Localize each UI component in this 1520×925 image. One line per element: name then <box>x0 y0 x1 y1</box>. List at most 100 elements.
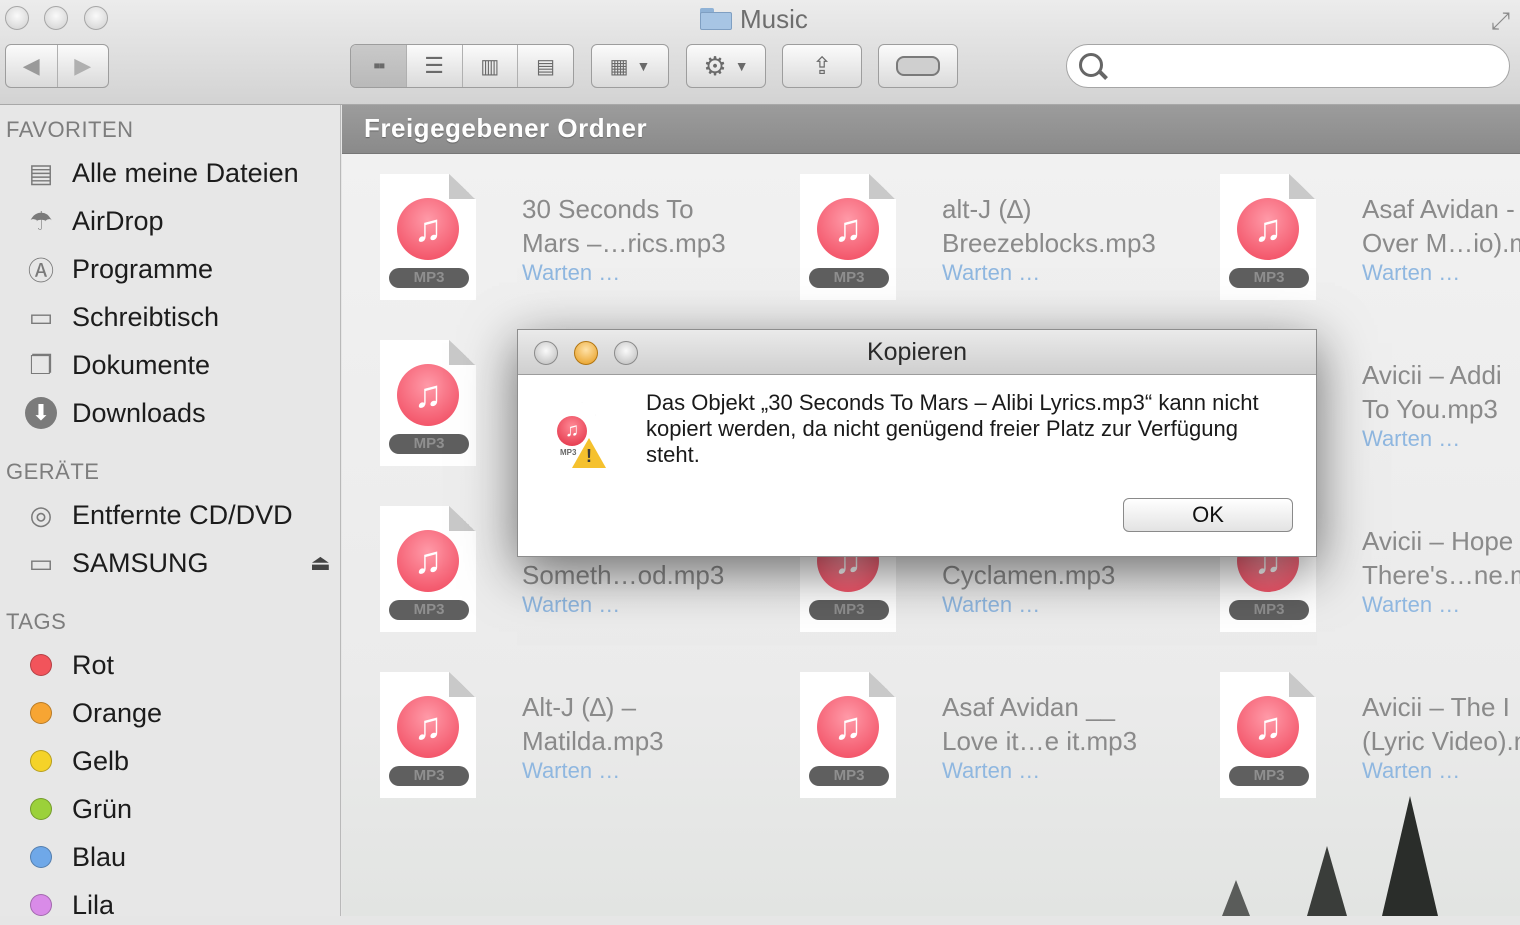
zoom-window-button[interactable] <box>84 6 108 30</box>
minimize-window-button[interactable] <box>44 6 68 30</box>
file-name-line-2: Cyclamen.mp3 <box>942 560 1116 590</box>
back-button[interactable]: ◀ <box>6 45 57 87</box>
file-name: Avicii – Addi To You.mp3 <box>1362 358 1520 426</box>
music-note-icon: ♫ <box>817 198 879 260</box>
file-item[interactable]: ♫ MP3 alt-J (∆) Breezeblocks.mp3 Warten … <box>762 154 1162 300</box>
list-view-button[interactable]: ☰ <box>405 45 462 87</box>
background-tree <box>1307 846 1347 916</box>
sidebar-item-label: Alle meine Dateien <box>72 157 299 188</box>
window-titlebar: Music ⤢ ◀ ▶ ▪▪ ☰ ▥ ▤ ▦ ▼ ⚙ ▼ ⇪ <box>0 0 1520 105</box>
file-status: Warten … <box>1362 592 1461 617</box>
sidebar-item-label: Rot <box>72 649 115 680</box>
close-window-button[interactable] <box>5 6 29 30</box>
music-note-icon: ♫ <box>397 530 459 592</box>
chevron-down-icon: ▼ <box>636 58 651 74</box>
page-fold <box>869 174 896 199</box>
file-name-line-1: Alt-J (∆) – <box>522 692 637 722</box>
file-name: 30 Seconds To Mars –…rics.mp3 <box>522 192 742 260</box>
mp3-badge: MP3 <box>1229 268 1309 288</box>
sidebar-tag-red[interactable]: Rot <box>22 645 114 685</box>
file-status: Warten … <box>942 592 1041 617</box>
sidebar-tag-yellow[interactable]: Gelb <box>22 741 129 781</box>
icon-view-button[interactable]: ▪▪ <box>351 45 406 87</box>
file-status: Warten … <box>522 592 621 617</box>
tag-color-dot <box>30 894 52 916</box>
sidebar-item-label: Blau <box>72 841 127 872</box>
sidebar-item-airdrop[interactable]: ☂ AirDrop <box>22 201 163 241</box>
page-fold <box>1289 672 1316 697</box>
sidebar-tag-orange[interactable]: Orange <box>22 693 162 733</box>
search-field[interactable] <box>1066 44 1510 88</box>
sidebar-tag-green[interactable]: Grün <box>22 789 132 829</box>
coverflow-view-button[interactable]: ▤ <box>517 45 573 87</box>
ok-button[interactable]: OK <box>1123 498 1293 532</box>
sidebar-tag-purple[interactable]: Lila <box>22 885 114 925</box>
documents-icon: ❐ <box>29 349 53 380</box>
sidebar-item-samsung[interactable]: ▭ SAMSUNG ⏏ <box>22 543 331 583</box>
warning-mark: ! <box>586 446 592 466</box>
sidebar-item-desktop[interactable]: ▭ Schreibtisch <box>22 297 219 337</box>
mp3-badge: MP3 <box>389 434 469 454</box>
file-status: Warten … <box>942 260 1041 285</box>
view-mode-control: ▪▪ ☰ ▥ ▤ <box>350 44 574 88</box>
fullscreen-icon[interactable]: ⤢ <box>1491 8 1510 36</box>
file-name-line-1: Avicii – Addi <box>1362 360 1502 390</box>
page-fold <box>449 340 476 365</box>
arrange-button[interactable]: ▦ ▼ <box>591 44 669 88</box>
mp3-badge: MP3 <box>809 600 889 620</box>
page-fold <box>449 672 476 697</box>
downloads-icon: ⬇ <box>22 394 60 432</box>
file-item[interactable]: ♫ MP3 Asaf Avidan __ Love it…e it.mp3 Warten… <box>762 652 1162 798</box>
file-item[interactable]: ♫ MP3 Avicii – The I (Lyric Video).mp3Warte… <box>1182 652 1520 798</box>
sidebar-item-label: Orange <box>72 697 163 728</box>
forward-button[interactable]: ▶ <box>56 45 109 87</box>
file-name-line-1: Avicii – The I <box>1362 692 1510 722</box>
file-status: Warten … <box>942 758 1041 783</box>
page-fold <box>1289 174 1316 199</box>
search-input[interactable] <box>1113 53 1497 81</box>
back-forward-control: ◀ ▶ <box>5 44 109 88</box>
share-button[interactable]: ⇪ <box>782 44 862 88</box>
tag-color-dot <box>30 846 52 868</box>
file-item[interactable]: ♫ MP3 Asaf Avidan - Over M…io).mp3Warten … <box>1182 154 1520 300</box>
forward-arrow-icon: ▶ <box>74 53 92 78</box>
sidebar-item-documents[interactable]: ❐ Dokumente <box>22 345 210 385</box>
sidebar-item-remote-disc[interactable]: ◎ Entfernte CD/DVD <box>22 495 293 535</box>
list-view-icon: ☰ <box>424 53 444 78</box>
file-name-line-2: (Lyric Video).mp3 <box>1362 726 1520 756</box>
file-item[interactable]: ♫ MP3 30 Seconds To Mars –…rics.mp3 Warten … <box>342 154 742 300</box>
sidebar-item-applications[interactable]: Ⓐ Programme <box>22 249 213 289</box>
file-name-line-2: To You.mp3 <box>1362 394 1498 424</box>
mp3-file-icon: ♫ MP3 <box>800 672 896 798</box>
page-fold <box>449 174 476 199</box>
window-title: Music <box>700 4 808 34</box>
tag-color-dot <box>30 750 52 772</box>
file-item[interactable]: ♫ MP3 Alt-J (∆) – Matilda.mp3 Warten … <box>342 652 742 798</box>
column-view-button[interactable]: ▥ <box>461 45 518 87</box>
sidebar-item-all-files[interactable]: ▤ Alle meine Dateien <box>22 153 299 193</box>
sidebar-item-label: Dokumente <box>72 349 211 380</box>
sidebar-item-label: Programme <box>72 253 214 284</box>
back-arrow-icon: ◀ <box>22 53 40 78</box>
file-name: Alt-J (∆) – Matilda.mp3 <box>522 690 742 758</box>
tag-button[interactable] <box>878 44 958 88</box>
sidebar-item-label: Entfernte CD/DVD <box>72 499 293 530</box>
page-fold <box>869 672 896 697</box>
file-name: Avicii – The I (Lyric Video).mp3 <box>1362 690 1520 758</box>
sidebar-tag-blue[interactable]: Blau <box>22 837 126 877</box>
file-status: Warten … <box>522 758 621 783</box>
file-name-line-1: Avicii – Hope <box>1362 526 1514 556</box>
eject-icon[interactable]: ⏏ <box>310 543 331 583</box>
music-note-icon: ♫ <box>397 364 459 426</box>
cd-dvd-icon: ◎ <box>29 499 53 530</box>
music-note-icon: ♫ <box>1237 696 1299 758</box>
tag-color-dot <box>30 798 52 820</box>
mp3-file-icon: ♫ MP3 <box>380 506 476 632</box>
sidebar-item-downloads[interactable]: ⬇ Downloads <box>22 393 206 433</box>
file-name-line-2: There's…ne.mp3 <box>1362 560 1520 590</box>
action-button[interactable]: ⚙ ▼ <box>686 44 766 88</box>
mp3-badge: MP3 <box>1229 600 1309 620</box>
file-name-line-1: Asaf Avidan __ <box>942 692 1115 722</box>
file-name: alt-J (∆) Breezeblocks.mp3 <box>942 192 1162 260</box>
sidebar-header-devices: GERÄTE <box>6 459 100 484</box>
